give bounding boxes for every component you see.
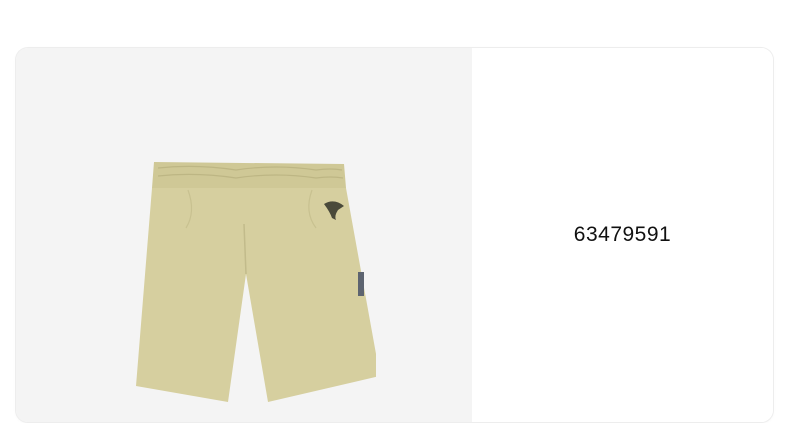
product-card[interactable]: 63479591 [16, 48, 773, 422]
product-id: 63479591 [573, 223, 672, 246]
product-image-panel[interactable] [16, 48, 472, 422]
side-tag [358, 272, 364, 296]
product-image [136, 162, 376, 402]
product-info-panel: 63479591 [472, 48, 773, 422]
